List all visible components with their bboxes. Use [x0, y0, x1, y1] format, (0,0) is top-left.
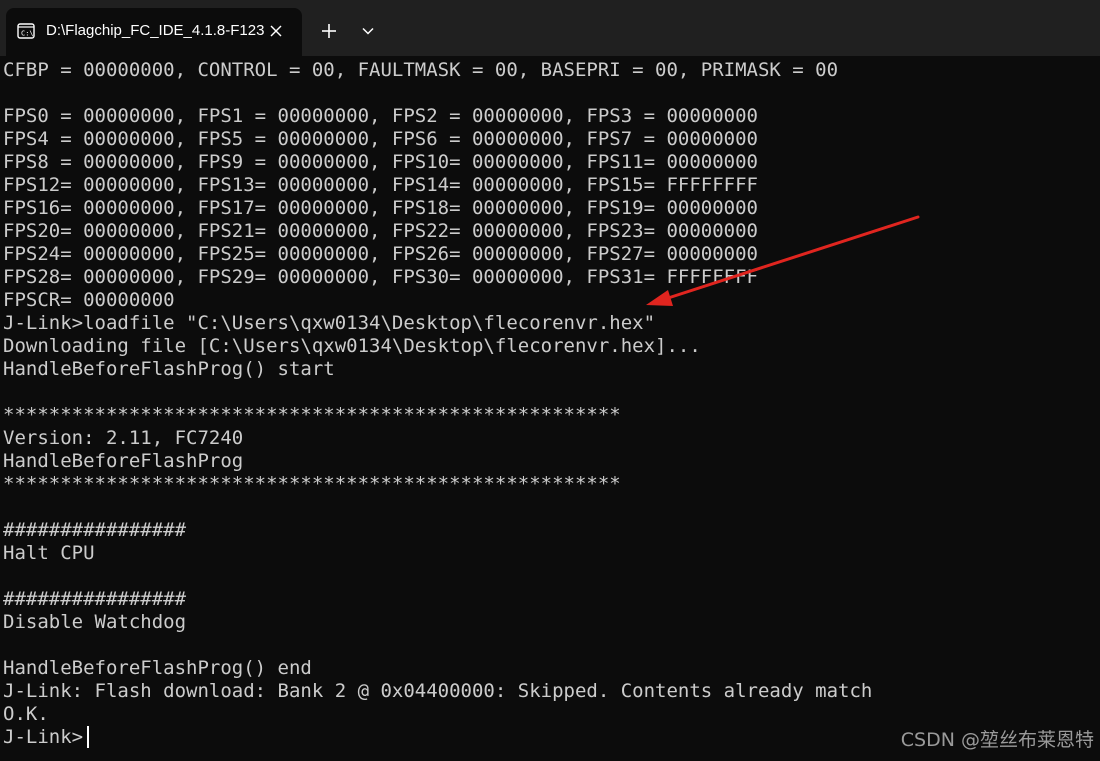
terminal-line: Downloading file [C:\Users\qxw0134\Deskt…: [3, 335, 701, 357]
terminal-line: FPS8 = 00000000, FPS9 = 00000000, FPS10=…: [3, 151, 758, 173]
terminal-line: CFBP = 00000000, CONTROL = 00, FAULTMASK…: [3, 59, 839, 81]
terminal-output[interactable]: CFBP = 00000000, CONTROL = 00, FAULTMASK…: [0, 56, 1100, 761]
terminal-line: FPS16= 00000000, FPS17= 00000000, FPS18=…: [3, 197, 758, 219]
watermark: CSDN @堃丝布莱恩特: [900, 729, 1094, 751]
terminal-line: FPS0 = 00000000, FPS1 = 00000000, FPS2 =…: [3, 105, 758, 127]
terminal-line: Version: 2.11, FC7240: [3, 427, 244, 449]
text-cursor: [87, 726, 89, 748]
terminal-line: J-Link>loadfile "C:\Users\qxw0134\Deskto…: [3, 312, 656, 334]
terminal-line: Disable Watchdog: [3, 611, 187, 633]
terminal-line: FPSCR= 00000000: [3, 289, 175, 311]
terminal-line: HandleBeforeFlashProg() end: [3, 657, 312, 679]
terminal-line: ****************************************…: [3, 473, 621, 495]
terminal-line: FPS4 = 00000000, FPS5 = 00000000, FPS6 =…: [3, 128, 758, 150]
tab-title: D:\Flagchip_FC_IDE_4.1.8-F123: [46, 22, 265, 39]
terminal-line: FPS28= 00000000, FPS29= 00000000, FPS30=…: [3, 266, 758, 288]
chevron-down-icon[interactable]: [356, 18, 380, 44]
terminal-line: Halt CPU: [3, 542, 95, 564]
plus-icon[interactable]: [316, 18, 342, 44]
terminal-line: FPS12= 00000000, FPS13= 00000000, FPS14=…: [3, 174, 758, 196]
terminal-line: ################: [3, 519, 187, 541]
terminal-line: O.K.: [3, 703, 49, 725]
terminal-line: HandleBeforeFlashProg() start: [3, 358, 335, 380]
close-icon[interactable]: [264, 19, 288, 43]
terminal-icon: C:\: [17, 22, 35, 40]
svg-text:C:\: C:\: [21, 30, 34, 38]
terminal-line: ****************************************…: [3, 404, 621, 426]
tab-bar: C:\ D:\Flagchip_FC_IDE_4.1.8-F123: [0, 0, 1100, 56]
terminal-line: FPS24= 00000000, FPS25= 00000000, FPS26=…: [3, 243, 758, 265]
terminal-line: HandleBeforeFlashProg: [3, 450, 244, 472]
terminal-line: ################: [3, 588, 187, 610]
tab-active[interactable]: C:\ D:\Flagchip_FC_IDE_4.1.8-F123: [6, 8, 302, 56]
terminal-line: FPS20= 00000000, FPS21= 00000000, FPS22=…: [3, 220, 758, 242]
terminal-line: J-Link: Flash download: Bank 2 @ 0x04400…: [3, 680, 873, 702]
terminal-prompt: J-Link>: [3, 726, 84, 748]
terminal-window: C:\ D:\Flagchip_FC_IDE_4.1.8-F123 CFBP =…: [0, 0, 1100, 761]
